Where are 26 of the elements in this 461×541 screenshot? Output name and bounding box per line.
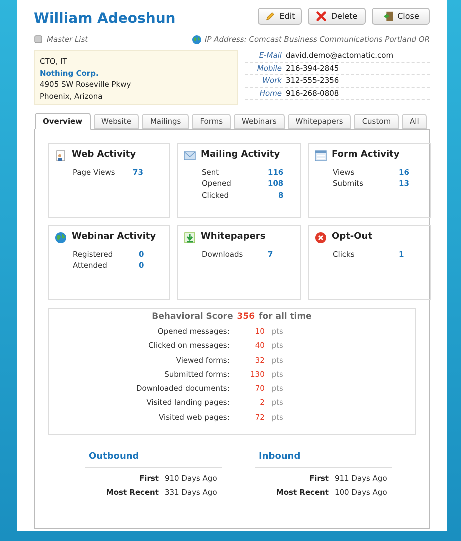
card-title: Form Activity — [332, 149, 400, 162]
edit-button[interactable]: Edit — [258, 8, 302, 25]
close-button[interactable]: Close — [372, 8, 430, 25]
card-title: Web Activity — [72, 149, 136, 162]
door-exit-icon — [382, 11, 394, 22]
pencil-icon — [264, 11, 276, 22]
envelope-icon — [184, 150, 196, 162]
section-heading: Outbound — [85, 451, 222, 468]
globe-icon — [192, 34, 202, 45]
score-label: Behavioral Score — [152, 311, 234, 324]
globe-icon — [55, 232, 67, 244]
card-title: Webinar Activity — [72, 231, 156, 244]
delete-button[interactable]: Delete — [308, 8, 366, 25]
score-value: 356 — [237, 311, 256, 324]
close-icon — [316, 11, 328, 22]
page-person-icon — [55, 150, 67, 162]
close-circle-icon — [315, 232, 327, 244]
download-icon — [184, 232, 196, 244]
score-period: for all time — [259, 311, 312, 324]
form-window-icon — [315, 150, 327, 162]
card-title: Opt-Out — [332, 231, 372, 244]
section-heading: Inbound — [255, 451, 392, 468]
list-icon — [34, 35, 43, 44]
card-title: Mailing Activity — [201, 149, 280, 162]
contact-name: William Adeoshun — [34, 10, 176, 29]
card-title: Whitepapers — [201, 231, 266, 244]
